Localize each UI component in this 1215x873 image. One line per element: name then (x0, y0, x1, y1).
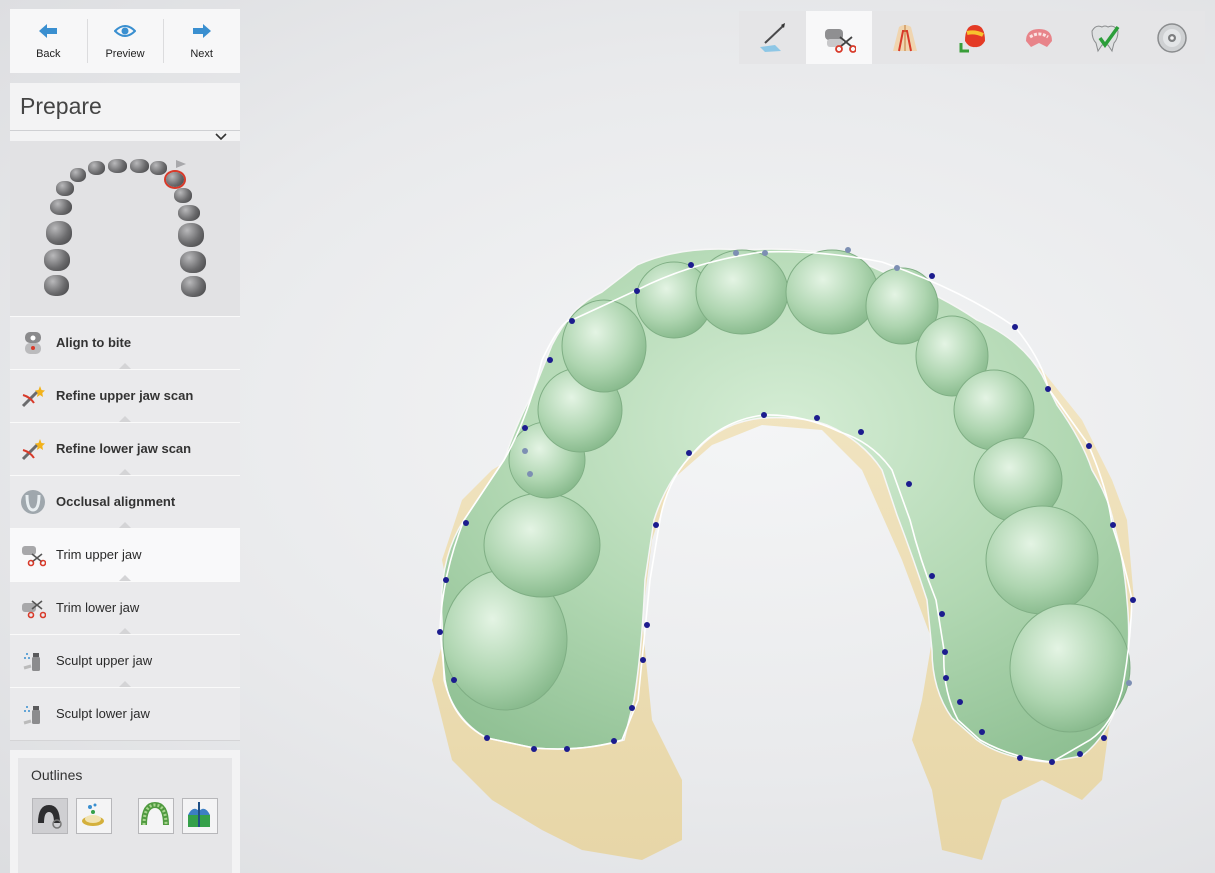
preview-label: Preview (105, 48, 145, 60)
back-button[interactable]: Back (10, 9, 87, 73)
tooth[interactable] (178, 205, 200, 221)
step-align-to-bite[interactable]: Align to bite (10, 316, 240, 370)
back-label: Back (36, 48, 61, 60)
eye-icon (114, 25, 136, 37)
step-occlusal-alignment[interactable]: Occlusal alignment (10, 475, 240, 529)
step-trim-lower-jaw[interactable]: Trim lower jaw (10, 581, 240, 635)
outline-upper-toggle-button[interactable] (32, 798, 68, 834)
refine-wand-icon (21, 439, 45, 461)
align-bite-icon (25, 332, 41, 354)
tooth[interactable] (70, 168, 86, 182)
step-trim-upper-jaw[interactable]: Trim upper jaw (10, 528, 240, 582)
outline-model-button[interactable] (76, 798, 112, 834)
outlines-panel: Outlines (10, 750, 240, 873)
trim-scissors-icon (22, 546, 46, 567)
tooth[interactable] (130, 159, 149, 173)
tooth[interactable] (56, 181, 74, 196)
tooth-chart[interactable] (10, 141, 240, 316)
step-label: Trim lower jaw (56, 600, 140, 615)
sculpt-spray-icon (23, 706, 40, 725)
refine-wand-icon (21, 386, 45, 408)
panel-title: Prepare (20, 93, 102, 119)
tooth[interactable] (180, 251, 206, 273)
step-label: Sculpt lower jaw (56, 706, 150, 721)
outline-arch-button[interactable] (138, 798, 174, 834)
next-label: Next (190, 48, 213, 60)
step-label: Sculpt upper jaw (56, 653, 153, 668)
occlusal-icon (21, 490, 45, 514)
step-label: Align to bite (56, 335, 132, 350)
top-navigation: Back Preview Next (10, 9, 240, 73)
step-sculpt-upper-jaw[interactable]: Sculpt upper jaw (10, 634, 240, 688)
3d-viewport[interactable] (242, 0, 1215, 873)
sculpt-spray-icon (23, 653, 40, 671)
step-refine-lower-jaw-scan[interactable]: Refine lower jaw scan (10, 422, 240, 476)
outline-model-icon (82, 803, 104, 826)
tooth[interactable] (44, 249, 70, 271)
tooth[interactable] (174, 188, 192, 203)
tooth[interactable] (150, 161, 167, 175)
selected-tooth[interactable] (166, 172, 184, 187)
divider (10, 130, 240, 131)
tooth[interactable] (44, 275, 69, 296)
step-label: Trim upper jaw (56, 547, 142, 562)
preview-button[interactable]: Preview (86, 9, 164, 73)
trim-scissors-icon (22, 600, 46, 619)
tooth[interactable] (88, 161, 105, 175)
outline-section-button[interactable] (182, 798, 218, 834)
tooth[interactable] (108, 159, 127, 173)
outline-arch-icon (141, 801, 169, 826)
tooth[interactable] (181, 276, 206, 297)
outlines-title: Outlines (31, 767, 83, 783)
step-label: Refine upper jaw scan (56, 388, 194, 403)
next-button[interactable]: Next (163, 9, 240, 73)
tooth[interactable] (46, 221, 72, 245)
scroll-right-icon[interactable] (174, 159, 188, 169)
tooth[interactable] (50, 199, 72, 215)
step-sculpt-lower-jaw[interactable]: Sculpt lower jaw (10, 687, 240, 741)
outlines-box: Outlines (18, 758, 232, 873)
step-label: Refine lower jaw scan (56, 441, 192, 456)
step-refine-upper-jaw-scan[interactable]: Refine upper jaw scan (10, 369, 240, 423)
outline-section-icon (188, 802, 210, 827)
prepare-panel: Prepare Align to bite Refine upper jaw s… (10, 83, 240, 741)
arrow-right-icon (192, 24, 211, 38)
step-label: Occlusal alignment (56, 494, 176, 509)
tooth[interactable] (178, 223, 204, 247)
outline-upper-toggle-icon (38, 805, 62, 829)
arrow-left-icon (39, 24, 58, 38)
